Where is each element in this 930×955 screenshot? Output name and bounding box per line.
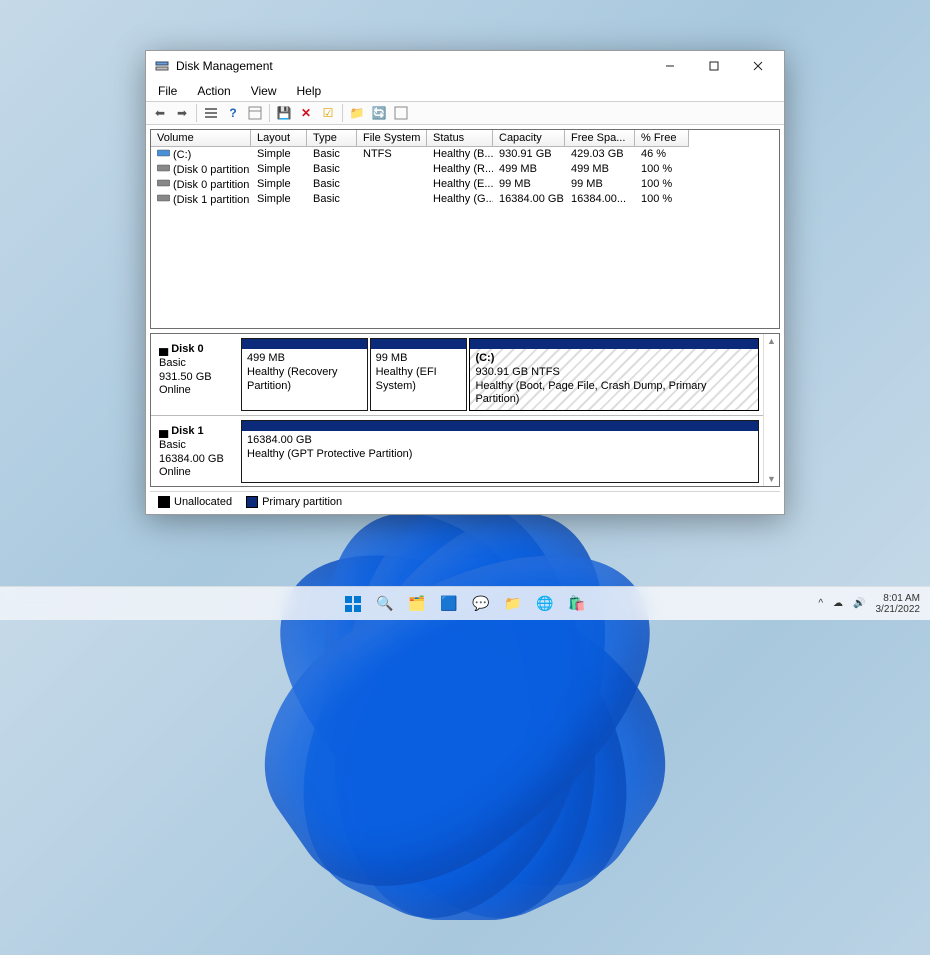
tray-clock[interactable]: 8:01 AM 3/21/2022 — [876, 593, 921, 615]
col-capacity[interactable]: Capacity — [493, 130, 565, 147]
toolbar-separator — [196, 104, 197, 122]
titlebar[interactable]: Disk Management — [146, 51, 784, 81]
menu-file[interactable]: File — [150, 82, 185, 100]
menu-action[interactable]: Action — [189, 82, 238, 100]
chat-icon[interactable]: 💬 — [468, 591, 494, 617]
help-icon[interactable]: ? — [223, 103, 243, 123]
tray-onedrive-icon[interactable]: ☁ — [833, 598, 843, 609]
disk-management-window: Disk Management File Action View Help ⬅ … — [145, 50, 785, 515]
col-filesystem[interactable]: File System — [357, 130, 427, 147]
col-type[interactable]: Type — [307, 130, 357, 147]
partition[interactable]: 99 MBHealthy (EFI System) — [370, 338, 468, 411]
details-icon[interactable] — [245, 103, 265, 123]
col-status[interactable]: Status — [427, 130, 493, 147]
legend-primary: Primary partition — [246, 496, 342, 508]
volume-row[interactable]: (Disk 0 partition 1)SimpleBasicHealthy (… — [151, 162, 779, 177]
hdd-icon: ▄ — [159, 422, 168, 437]
disk-row[interactable]: ▄Disk 1Basic16384.00 GBOnline16384.00 GB… — [151, 416, 763, 487]
explorer-icon[interactable]: 📁 — [500, 591, 526, 617]
menu-help[interactable]: Help — [289, 82, 330, 100]
back-icon[interactable]: ⬅ — [150, 103, 170, 123]
task-view-icon[interactable]: 🗂️ — [404, 591, 430, 617]
drive-icon — [157, 193, 171, 206]
search-icon[interactable]: 🔍 — [372, 591, 398, 617]
partition[interactable]: 499 MBHealthy (Recovery Partition) — [241, 338, 368, 411]
list-icon[interactable] — [201, 103, 221, 123]
disk-row[interactable]: ▄Disk 0Basic931.50 GBOnline499 MBHealthy… — [151, 334, 763, 416]
minimize-button[interactable] — [648, 52, 692, 80]
toolbar-separator — [269, 104, 270, 122]
partition[interactable]: 16384.00 GBHealthy (GPT Protective Parti… — [241, 420, 759, 483]
edge-icon[interactable]: 🌐 — [532, 591, 558, 617]
col-layout[interactable]: Layout — [251, 130, 307, 147]
menu-view[interactable]: View — [243, 82, 285, 100]
volume-row[interactable]: (C:)SimpleBasicNTFSHealthy (B...930.91 G… — [151, 147, 779, 162]
tray-chevron-icon[interactable]: ^ — [818, 598, 823, 609]
col-volume[interactable]: Volume — [151, 130, 251, 147]
folder-icon[interactable]: 📁 — [347, 103, 367, 123]
hdd-icon: ▄ — [159, 340, 168, 355]
start-button[interactable] — [340, 591, 366, 617]
toolbar-separator — [342, 104, 343, 122]
legend: Unallocated Primary partition — [150, 491, 780, 512]
maximize-button[interactable] — [692, 52, 736, 80]
menubar: File Action View Help — [146, 81, 784, 101]
drive-icon — [157, 148, 171, 161]
col-pct-free[interactable]: % Free — [635, 130, 689, 147]
disk-info: ▄Disk 1Basic16384.00 GBOnline — [155, 420, 241, 483]
delete-icon[interactable]: ✕ — [296, 103, 316, 123]
close-button[interactable] — [736, 52, 780, 80]
toolbar: ⬅ ➡ ? 💾 ✕ ☑ 📁 🔄 — [146, 101, 784, 125]
taskbar[interactable]: 🔍 🗂️ 🟦 💬 📁 🌐 🛍️ ^ ☁ 🔊 8:01 AM 3/21/2022 — [0, 586, 930, 620]
window-title: Disk Management — [176, 59, 273, 73]
refresh-icon[interactable]: 🔄 — [369, 103, 389, 123]
volume-row[interactable]: (Disk 1 partition 1)SimpleBasicHealthy (… — [151, 192, 779, 207]
col-free[interactable]: Free Spa... — [565, 130, 635, 147]
widgets-icon[interactable]: 🟦 — [436, 591, 462, 617]
drive-icon — [157, 163, 171, 176]
column-headers[interactable]: Volume Layout Type File System Status Ca… — [151, 130, 779, 147]
check-icon[interactable]: ☑ — [318, 103, 338, 123]
tray-volume-icon[interactable]: 🔊 — [853, 598, 865, 609]
taskbar-center: 🔍 🗂️ 🟦 💬 📁 🌐 🛍️ — [340, 591, 590, 617]
forward-icon[interactable]: ➡ — [172, 103, 192, 123]
system-tray[interactable]: ^ ☁ 🔊 8:01 AM 3/21/2022 — [808, 593, 930, 615]
disk-graph-pane[interactable]: ▄Disk 0Basic931.50 GBOnline499 MBHealthy… — [150, 333, 780, 487]
disk-icon[interactable]: 💾 — [274, 103, 294, 123]
legend-unallocated: Unallocated — [158, 496, 232, 508]
volume-list[interactable]: Volume Layout Type File System Status Ca… — [150, 129, 780, 329]
app-icon — [154, 58, 170, 74]
disk-info: ▄Disk 0Basic931.50 GBOnline — [155, 338, 241, 411]
scrollbar[interactable]: ▲▼ — [763, 334, 779, 486]
volume-row[interactable]: (Disk 0 partition 2)SimpleBasicHealthy (… — [151, 177, 779, 192]
properties-icon[interactable] — [391, 103, 411, 123]
drive-icon — [157, 178, 171, 191]
store-icon[interactable]: 🛍️ — [564, 591, 590, 617]
partition[interactable]: (C:)930.91 GB NTFSHealthy (Boot, Page Fi… — [469, 338, 759, 411]
